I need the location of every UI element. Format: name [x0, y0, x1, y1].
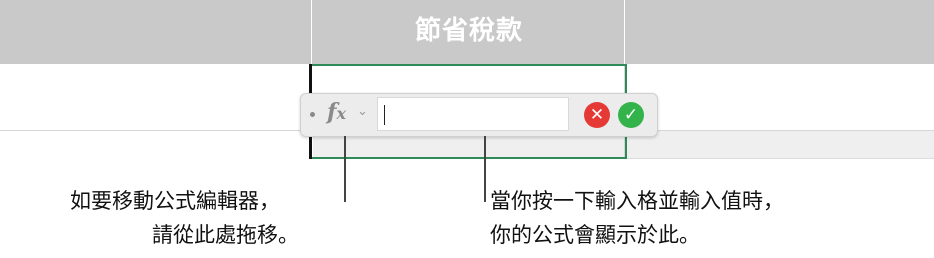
table-cell[interactable] — [625, 131, 934, 159]
caption-input-line1: 當你按一下輸入格並輸入值時， — [490, 189, 784, 213]
column-header-row: 節省稅款 — [0, 0, 934, 64]
chevron-down-icon[interactable]: ⌄ — [357, 104, 368, 119]
callout-line-drag — [344, 136, 346, 202]
formula-editor[interactable]: fx ⌄ ✕ ✓ — [300, 93, 658, 137]
caption-drag: 如要移動公式編輯器， 請從此處拖移。 — [70, 184, 299, 252]
drag-handle-icon[interactable] — [310, 112, 315, 117]
function-icon[interactable]: fx — [327, 99, 346, 125]
accept-button[interactable]: ✓ — [618, 102, 644, 128]
text-caret — [384, 105, 385, 125]
caption-input: 當你按一下輸入格並輸入值時， 你的公式會顯示於此。 — [490, 184, 784, 252]
callout-line-input — [484, 136, 486, 202]
formula-input[interactable] — [377, 97, 569, 131]
column-divider — [311, 0, 312, 64]
cancel-button[interactable]: ✕ — [584, 102, 610, 128]
caption-drag-line2: 請從此處拖移。 — [152, 223, 299, 247]
fx-sub-label: x — [336, 104, 347, 123]
caption-drag-line1: 如要移動公式編輯器， — [70, 189, 280, 213]
caption-input-line2: 你的公式會顯示於此。 — [490, 223, 700, 247]
column-header-title[interactable]: 節省稅款 — [313, 10, 625, 47]
